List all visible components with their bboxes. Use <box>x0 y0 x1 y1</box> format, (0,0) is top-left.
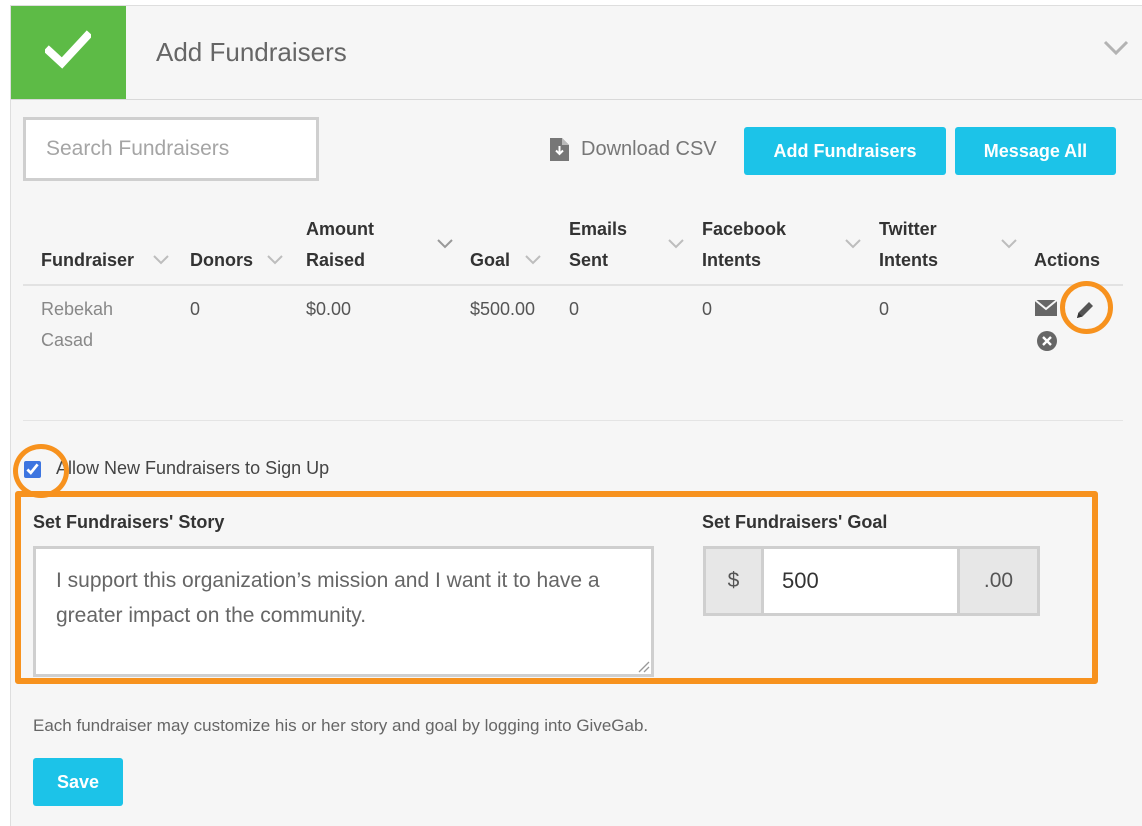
cell-goal: $500.00 <box>470 299 536 319</box>
col-header-amount-raised[interactable]: Amount Raised <box>306 214 374 276</box>
section-divider <box>23 420 1123 421</box>
story-textarea[interactable]: I support this organization’s mission an… <box>33 546 654 677</box>
col-header-emails-sent[interactable]: Emails Sent <box>569 214 627 276</box>
goal-cents-suffix: .00 <box>983 569 1014 592</box>
cell-twitter-intents: 0 <box>879 299 890 319</box>
download-csv-link[interactable]: Download CSV <box>550 138 717 161</box>
remove-circle-icon[interactable] <box>1036 330 1058 352</box>
pencil-icon[interactable] <box>1073 298 1097 322</box>
goal-label: Set Fundraisers' Goal <box>702 512 888 532</box>
search-input[interactable] <box>23 117 319 181</box>
col-header-goal[interactable]: Goal <box>470 214 510 276</box>
cell-emails-sent: 0 <box>569 299 580 319</box>
sort-chevron-icon[interactable] <box>437 239 453 249</box>
download-file-icon <box>550 138 569 161</box>
col-header-facebook-intents[interactable]: Facebook Intents <box>702 214 786 276</box>
cell-donors: 0 <box>190 299 201 319</box>
save-button[interactable]: Save <box>33 758 123 806</box>
checkmark-icon <box>45 30 91 69</box>
complete-check-badge <box>11 6 126 99</box>
sort-chevron-icon[interactable] <box>668 239 684 249</box>
sort-chevron-icon[interactable] <box>267 255 283 265</box>
sort-chevron-icon[interactable] <box>153 255 169 265</box>
download-csv-label: Download CSV <box>581 138 717 160</box>
col-header-twitter-intents[interactable]: Twitter Intents <box>879 214 938 276</box>
goal-currency-prefix: $ <box>727 569 740 592</box>
cell-fundraiser[interactable]: Rebekah Casad <box>41 294 113 356</box>
col-header-fundraiser[interactable]: Fundraiser <box>41 214 134 276</box>
resize-grip-icon[interactable] <box>636 659 650 673</box>
section-title: Add Fundraisers <box>156 37 347 67</box>
customize-note: Each fundraiser may customize his or her… <box>33 716 649 735</box>
col-header-actions: Actions <box>1034 250 1101 270</box>
envelope-icon[interactable] <box>1035 300 1057 316</box>
sort-chevron-icon[interactable] <box>845 239 861 249</box>
chevron-down-icon[interactable] <box>1103 40 1129 56</box>
story-label: Set Fundraisers' Story <box>33 512 225 532</box>
sort-chevron-icon[interactable] <box>1001 239 1017 249</box>
cell-amount-raised: $0.00 <box>306 299 352 319</box>
sort-chevron-icon[interactable] <box>525 255 541 265</box>
allow-signup-label[interactable]: Allow New Fundraisers to Sign Up <box>56 458 329 479</box>
goal-input-group: $ .00 <box>703 546 1040 616</box>
col-header-donors[interactable]: Donors <box>190 214 253 276</box>
message-all-button[interactable]: Message All <box>955 127 1116 175</box>
table-header-divider <box>23 284 1123 286</box>
section-header[interactable]: Add Fundraisers <box>11 6 1142 100</box>
allow-signup-checkbox[interactable] <box>24 461 41 478</box>
cell-facebook-intents: 0 <box>702 299 713 319</box>
add-fundraisers-button[interactable]: Add Fundraisers <box>744 127 946 175</box>
goal-amount-input[interactable] <box>761 549 960 613</box>
